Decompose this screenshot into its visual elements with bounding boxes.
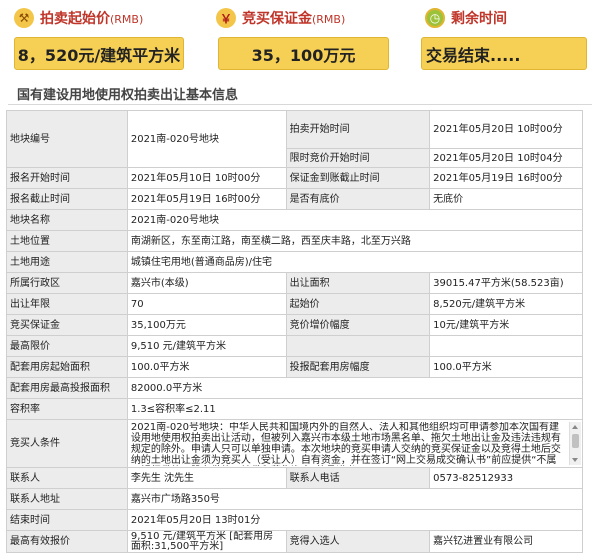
phone-value: 0573-82512933 (429, 467, 583, 489)
address-value: 嘉兴市广场路350号 (126, 488, 584, 510)
affordable-start-value: 100.0平方米 (126, 356, 287, 378)
increment-label: 竞价增价幅度 (285, 314, 431, 336)
deposit-deadline-value: 2021年05月19日 16时00分 (429, 167, 583, 189)
summary-header: ⚒ 拍卖起始价(RMB) ￥ 竞买保证金(RMB) ◷ 剩余时间 8，520元/… (0, 0, 600, 76)
start-price-row-value: 8,520元/建筑平方米 (429, 293, 583, 315)
far-value: 1.3≤容积率≤2.11 (126, 398, 584, 420)
district-label: 所属行政区 (6, 272, 128, 294)
deposit-deadline-label: 保证金到账截止时间 (285, 167, 431, 189)
table-row: 最高有效报价 9,510 元/建筑平方米 [配套用房面积:31,500平方米] … (6, 530, 583, 553)
empty-value-cell (429, 335, 583, 357)
max-price-value: 9,510 元/建筑平方米 (126, 335, 287, 357)
location-label: 土地位置 (6, 230, 128, 252)
affordable-bid-value: 100.0平方米 (429, 356, 583, 378)
winner-label: 竞得入选人 (285, 530, 431, 553)
end-time-label: 结束时间 (6, 509, 128, 531)
affordable-start-label: 配套用房起始面积 (6, 356, 128, 378)
end-time-value: 2021年05月20日 13时01分 (126, 509, 584, 531)
use-label: 土地用途 (6, 251, 128, 273)
max-price-label: 最高限价 (6, 335, 128, 357)
parcel-no-value: 2021南-020号地块 (126, 110, 287, 168)
bidder-cond-label: 竞买人条件 (6, 419, 128, 468)
reg-start-label: 报名开始时间 (6, 167, 128, 189)
phone-label: 联系人电话 (285, 467, 431, 489)
deposit-row-value: 35,100万元 (126, 314, 287, 336)
scroll-thumb[interactable] (572, 434, 579, 448)
section-divider (8, 104, 592, 105)
table-row: 联系人 李先生 沈先生 联系人电话 0573-82512933 (6, 467, 583, 489)
remaining-label: 剩余时间 (451, 11, 507, 27)
table-row: 联系人地址 嘉兴市广场路350号 (6, 488, 584, 510)
auction-start-label: 拍卖开始时间 (285, 110, 431, 149)
deposit-unit: (RMB) (312, 13, 346, 26)
deposit-row-label: 竞买保证金 (6, 314, 128, 336)
scroll-down-arrow-icon[interactable] (572, 458, 578, 462)
best-price-value: 9,510 元/建筑平方米 [配套用房面积:31,500平方米] (126, 530, 287, 553)
hammer-icon: ⚒ (14, 8, 34, 28)
empty-label-cell (285, 335, 431, 357)
table-row: 土地用途 城镇住宅用地(普通商品房)/住宅 (6, 251, 584, 273)
far-label: 容积率 (6, 398, 128, 420)
reg-end-value: 2021年05月19日 16时00分 (126, 188, 287, 210)
parcel-name-label: 地块名称 (6, 209, 128, 231)
table-row: 容积率 1.3≤容积率≤2.11 (6, 398, 584, 420)
table-row: 地块名称 2021南-020号地块 (6, 209, 584, 231)
table-row: 最高限价 9,510 元/建筑平方米 (6, 335, 583, 357)
parcel-info-table: 地块编号 2021南-020号地块 拍卖开始时间 2021年05月20日 10时… (6, 110, 584, 553)
increment-value: 10元/建筑平方米 (429, 314, 583, 336)
affordable-max-label: 配套用房最高投报面积 (6, 377, 128, 399)
bidder-cond-cell[interactable]: 2021南-020号地块：中华人民共和国境内外的自然人、法人和其他组织均可申请参… (126, 419, 584, 468)
deposit-label: 竞买保证金 (242, 11, 312, 27)
deposit-value: 35，100万元 (218, 37, 389, 70)
remaining-value: 交易结束..... (421, 37, 587, 70)
table-row: 报名开始时间 2021年05月10日 10时00分 保证金到账截止时间 2021… (6, 167, 583, 189)
table-row: 地块编号 2021南-020号地块 拍卖开始时间 2021年05月20日 10时… (6, 110, 583, 168)
table-row: 报名截止时间 2021年05月19日 16时00分 是否有底价 无底价 (6, 188, 583, 210)
table-row: 竞买人条件 2021南-020号地块：中华人民共和国境内外的自然人、法人和其他组… (6, 419, 584, 468)
money-bag-icon: ￥ (216, 8, 236, 28)
contact-label: 联系人 (6, 467, 128, 489)
clock-icon: ◷ (425, 8, 445, 28)
reserve-label: 是否有底价 (285, 188, 431, 210)
years-label: 出让年限 (6, 293, 128, 315)
start-price-row-label: 起始价 (285, 293, 431, 315)
years-value: 70 (126, 293, 287, 315)
district-value: 嘉兴市(本级) (126, 272, 287, 294)
area-value: 39015.47平方米(58.523亩) (429, 272, 583, 294)
bidder-cond-value: 2021南-020号地块：中华人民共和国境内外的自然人、法人和其他组织均可申请参… (130, 421, 561, 466)
affordable-bid-label: 投报配套用房幅度 (285, 356, 431, 378)
reserve-value: 无底价 (429, 188, 583, 210)
start-price-header: ⚒ 拍卖起始价(RMB) (14, 5, 143, 31)
table-row: 所属行政区 嘉兴市(本级) 出让面积 39015.47平方米(58.523亩) (6, 272, 583, 294)
auction-start-value: 2021年05月20日 10时00分 (429, 110, 583, 149)
table-row: 配套用房起始面积 100.0平方米 投报配套用房幅度 100.0平方米 (6, 356, 583, 378)
best-price-label: 最高有效报价 (6, 530, 128, 553)
winner-value: 嘉兴钇进置业有限公司 (429, 530, 583, 553)
scroll-up-arrow-icon[interactable] (572, 425, 578, 429)
remaining-header: ◷ 剩余时间 (425, 5, 507, 31)
parcel-name-value: 2021南-020号地块 (126, 209, 584, 231)
deposit-header: ￥ 竞买保证金(RMB) (216, 5, 345, 31)
affordable-max-value: 82000.0平方米 (126, 377, 584, 399)
start-price-unit: (RMB) (110, 13, 144, 26)
address-label: 联系人地址 (6, 488, 128, 510)
location-value: 南湖新区，东至南江路，南至横二路，西至庆丰路，北至万兴路 (126, 230, 584, 252)
start-price-label: 拍卖起始价 (40, 11, 110, 27)
limit-start-value: 2021年05月20日 10时04分 (429, 148, 583, 168)
table-row: 出让年限 70 起始价 8,520元/建筑平方米 (6, 293, 583, 315)
start-price-value: 8，520元/建筑平方米 (14, 37, 184, 70)
section-title: 国有建设用地使用权拍卖出让基本信息 (17, 88, 239, 103)
parcel-no-label: 地块编号 (6, 110, 128, 168)
area-label: 出让面积 (285, 272, 431, 294)
reg-end-label: 报名截止时间 (6, 188, 128, 210)
table-row: 配套用房最高投报面积 82000.0平方米 (6, 377, 584, 399)
use-value: 城镇住宅用地(普通商品房)/住宅 (126, 251, 584, 273)
table-row: 土地位置 南湖新区，东至南江路，南至横二路，西至庆丰路，北至万兴路 (6, 230, 584, 252)
vertical-scrollbar[interactable] (569, 422, 581, 465)
table-row: 结束时间 2021年05月20日 13时01分 (6, 509, 584, 531)
reg-start-value: 2021年05月10日 10时00分 (126, 167, 287, 189)
table-row: 竞买保证金 35,100万元 竞价增价幅度 10元/建筑平方米 (6, 314, 583, 336)
limit-start-label: 限时竞价开始时间 (285, 148, 431, 168)
contact-value: 李先生 沈先生 (126, 467, 287, 489)
